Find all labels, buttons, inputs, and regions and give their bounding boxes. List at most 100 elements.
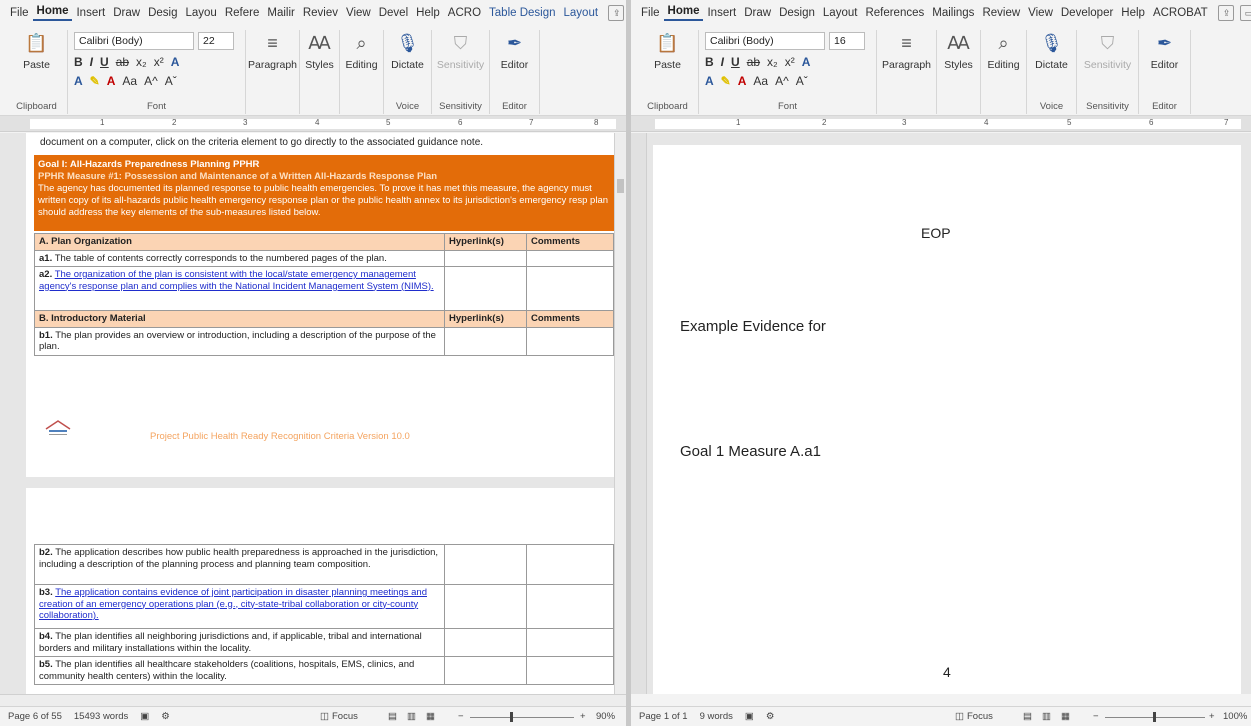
tab-references[interactable]: References [861,7,928,19]
font-name-box[interactable]: Calibri (Body) [705,32,825,50]
sensitivity-button[interactable]: ⛉ Sensitivity [437,30,484,72]
tab-layout[interactable]: Layout [819,7,862,19]
superscript-button[interactable]: x² [785,55,795,69]
italic-button[interactable]: I [90,55,93,69]
styles-button[interactable]: Ꜳ Styles [305,30,334,72]
highlight-icon[interactable]: ✎ [90,74,100,88]
tab-home[interactable]: Home [663,5,704,21]
tab-draw[interactable]: Draw [109,7,144,19]
web-layout-icon[interactable]: ▦ [426,711,435,722]
sensitivity-button[interactable]: ⛉ Sensitivity [1084,30,1131,72]
clear-format-icon[interactable]: A [171,55,180,69]
dictate-button[interactable]: 🎙 Dictate [391,30,424,72]
zoom-level[interactable]: 100% [1223,711,1247,722]
focus-button[interactable]: ◫ Focus [955,711,993,722]
clear-format-icon[interactable]: A [802,55,811,69]
highlight-icon[interactable]: ✎ [721,74,731,88]
web-layout-icon[interactable]: ▦ [1061,711,1070,722]
paragraph-button[interactable]: ≡ Paragraph [882,30,931,72]
tab-design[interactable]: Desig [144,7,181,19]
share-icon[interactable]: ⇪ [1217,5,1234,21]
editor-button[interactable]: ✒ Editor [1151,30,1178,72]
zoom-knob[interactable] [510,712,513,722]
change-case-icon[interactable]: Aa [753,74,768,88]
editing-button[interactable]: ⌕ Editing [345,30,377,72]
guidance-link[interactable]: The organization of the plan is consiste… [39,269,434,292]
page-count[interactable]: Page 6 of 55 [8,711,62,722]
vertical-scrollbar[interactable] [614,133,626,694]
share-icon[interactable]: ⇪ [608,5,625,21]
tab-insert[interactable]: Insert [703,7,740,19]
focus-button[interactable]: ◫ Focus [320,711,358,722]
zoom-out-button[interactable]: − [1093,711,1099,722]
underline-button[interactable]: U [731,55,740,69]
tab-acrobat[interactable]: ACRO [444,7,485,19]
italic-button[interactable]: I [721,55,724,69]
superscript-button[interactable]: x² [154,55,164,69]
tab-layout[interactable]: Layou [182,7,221,19]
proofing-icon[interactable]: ▣ [745,711,754,722]
accessibility-icon[interactable]: ⚙ [161,711,170,722]
tab-view[interactable]: View [1024,7,1057,19]
tab-design[interactable]: Design [775,7,819,19]
paste-button[interactable]: 📋 Paste [23,30,50,72]
text-effects-icon[interactable]: A [705,74,714,88]
tab-developer[interactable]: Devel [375,7,412,19]
grow-font-icon[interactable]: A^ [144,74,158,88]
paste-button[interactable]: 📋 Paste [654,30,681,72]
zoom-knob[interactable] [1153,712,1156,722]
read-mode-icon[interactable]: ▤ [1023,711,1032,722]
underline-button[interactable]: U [100,55,109,69]
zoom-level[interactable]: 90% [596,711,615,722]
font-size-box[interactable]: 16 [829,32,865,50]
tab-help[interactable]: Help [1117,7,1149,19]
horizontal-scrollbar[interactable] [0,694,626,706]
change-case-icon[interactable]: Aa [122,74,137,88]
tab-acrobat[interactable]: ACROBAT [1149,7,1212,19]
accessibility-icon[interactable]: ⚙ [766,711,775,722]
bold-button[interactable]: B [705,55,714,69]
tab-file[interactable]: File [6,7,33,19]
print-layout-icon[interactable]: ▥ [407,711,416,722]
tab-help[interactable]: Help [412,7,444,19]
bold-button[interactable]: B [74,55,83,69]
comments-icon[interactable]: ▭ [1239,5,1251,21]
font-color-icon[interactable]: A [738,74,747,88]
tab-home[interactable]: Home [32,5,73,21]
page-count[interactable]: Page 1 of 1 [639,711,688,722]
zoom-out-button[interactable]: − [458,711,464,722]
grow-font-icon[interactable]: A^ [775,74,789,88]
word-count[interactable]: 9 words [700,711,733,722]
font-color-icon[interactable]: A [107,74,116,88]
tab-developer[interactable]: Developer [1057,7,1117,19]
zoom-in-button[interactable]: + [1209,711,1215,722]
text-effects-icon[interactable]: A [74,74,83,88]
styles-button[interactable]: Ꜳ Styles [944,30,973,72]
tab-mailings[interactable]: Mailings [928,7,978,19]
tab-table-layout[interactable]: Layout [560,7,603,19]
editing-button[interactable]: ⌕ Editing [987,30,1019,72]
paragraph-button[interactable]: ≡ Paragraph [248,30,297,72]
word-count[interactable]: 15493 words [74,711,128,722]
tab-references[interactable]: Refere [221,7,264,19]
zoom-slider[interactable] [470,717,574,718]
tab-table-design[interactable]: Table Design [485,7,559,19]
proofing-icon[interactable]: ▣ [140,711,149,722]
shrink-font-icon[interactable]: Aˇ [165,74,177,88]
dictate-button[interactable]: 🎙 Dictate [1035,30,1068,72]
strikethrough-button[interactable]: ab [116,55,129,69]
guidance-link[interactable]: The application contains evidence of joi… [39,587,427,621]
zoom-in-button[interactable]: + [580,711,586,722]
subscript-button[interactable]: x₂ [767,55,778,69]
tab-review[interactable]: Reviev [299,7,342,19]
subscript-button[interactable]: x₂ [136,55,147,69]
print-layout-icon[interactable]: ▥ [1042,711,1051,722]
shrink-font-icon[interactable]: Aˇ [796,74,808,88]
strikethrough-button[interactable]: ab [747,55,760,69]
tab-view[interactable]: View [342,7,375,19]
scroll-thumb[interactable] [617,179,624,193]
tab-review[interactable]: Review [978,7,1024,19]
tab-draw[interactable]: Draw [740,7,775,19]
read-mode-icon[interactable]: ▤ [388,711,397,722]
tab-mailings[interactable]: Mailir [263,7,298,19]
